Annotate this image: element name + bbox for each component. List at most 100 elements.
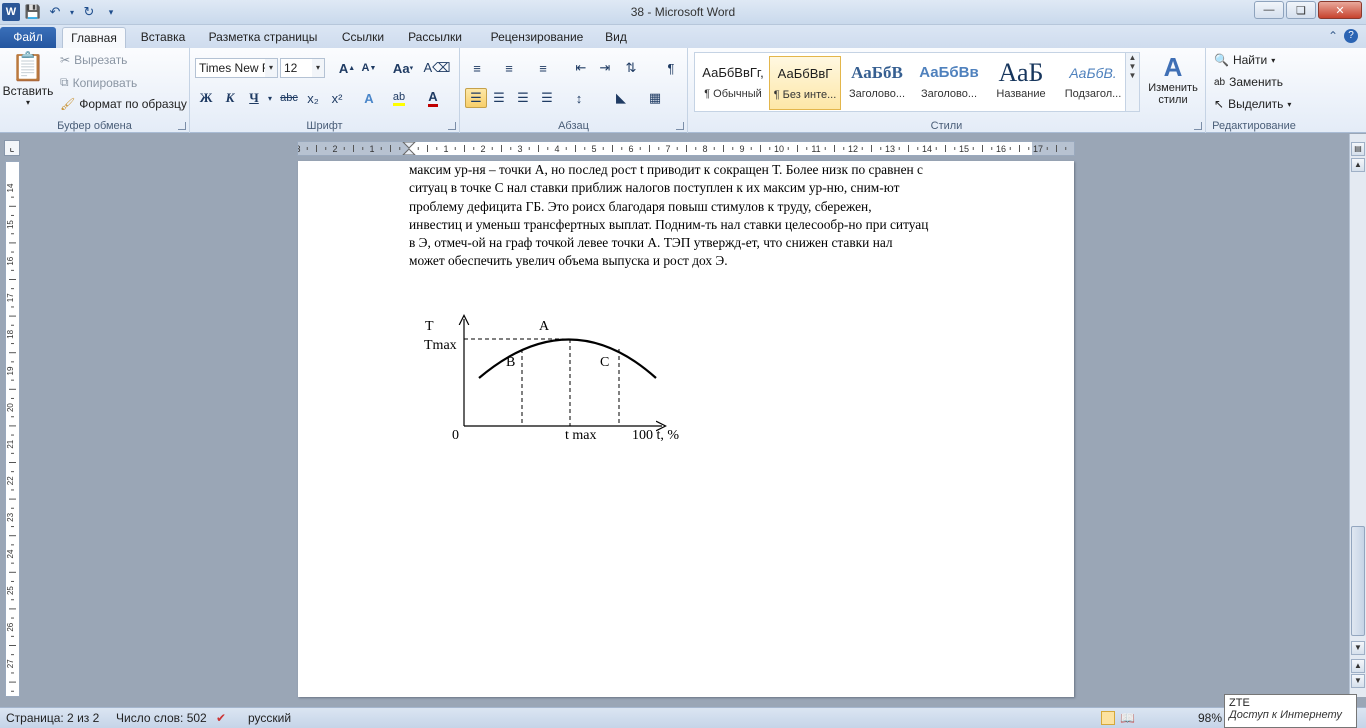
vertical-ruler[interactable]: 14 15 16 17 18 19 20 21 22 23 24 25 26 27 <box>5 161 20 697</box>
print-layout-icon[interactable] <box>1101 711 1115 725</box>
scroll-thumb[interactable] <box>1351 526 1365 636</box>
numbering-icon[interactable]: ≡ <box>498 58 520 78</box>
ruler-label: 14 <box>6 183 15 192</box>
scroll-up-icon[interactable]: ▲ <box>1351 158 1365 172</box>
help-icon[interactable]: ? <box>1344 29 1358 43</box>
tab-view[interactable]: Вид <box>598 27 634 48</box>
style-title[interactable]: АаБ Название <box>985 56 1057 110</box>
style-no-spacing[interactable]: АаБбВвГ ¶ Без инте... <box>769 56 841 110</box>
line-spacing-icon[interactable]: ↕ <box>568 88 590 108</box>
find-button[interactable]: 🔍 Найти ▾ <box>1214 53 1275 67</box>
text-effects-icon[interactable]: A <box>358 88 380 108</box>
bullets-icon[interactable]: ≡ <box>466 58 488 78</box>
copy-button[interactable]: ⧉ Копировать <box>60 75 137 90</box>
superscript-button[interactable]: x² <box>326 88 348 108</box>
increase-indent-icon[interactable]: ⇥ <box>594 58 616 78</box>
show-marks-button[interactable]: ¶ <box>660 58 682 78</box>
replace-icon: ab <box>1214 76 1226 88</box>
text-line: максим ур-ня – точки А, но послед рост t… <box>409 162 923 177</box>
chevron-down-icon: ▾ <box>25 98 30 107</box>
font-color-icon[interactable]: A <box>422 88 444 108</box>
shading-icon[interactable]: ◣ <box>610 88 632 108</box>
styles-launcher-icon[interactable] <box>1194 122 1202 130</box>
style-heading-2[interactable]: АаБбВв Заголово... <box>913 56 985 110</box>
style-normal[interactable]: АаБбВвГг, ¶ Обычный <box>697 56 769 110</box>
word-count[interactable]: Число слов: 502 <box>116 711 207 725</box>
document-page[interactable]: максим ур-ня – точки А, но послед рост t… <box>298 161 1074 697</box>
select-button[interactable]: ↖ Выделить ▾ <box>1214 97 1291 111</box>
grow-font-icon[interactable]: A ▲ <box>336 58 358 78</box>
maximize-button[interactable]: ❏ <box>1286 1 1316 19</box>
style-subtitle[interactable]: АаБбВ. Подзагол... <box>1057 56 1129 110</box>
ruler-label: 13 <box>885 144 895 154</box>
laffer-curve-figure[interactable]: T Tmax A B C 0 t max 100 t, % <box>298 311 1074 611</box>
clipboard-launcher-icon[interactable] <box>178 122 186 130</box>
chevron-down-icon[interactable]: ▾ <box>265 88 275 108</box>
font-size-combo[interactable]: 12 ▾ <box>280 58 325 78</box>
binoculars-icon: 🔍 <box>1214 53 1229 67</box>
tab-review[interactable]: Рецензирование <box>476 27 598 48</box>
horizontal-ruler[interactable]: 3211234567891011121314151617 <box>297 141 1075 156</box>
clear-formatting-icon[interactable]: A⌫ <box>423 58 450 78</box>
align-right-icon[interactable]: ☰ <box>512 88 534 108</box>
paste-button[interactable]: 📋 Вставить ▾ <box>3 52 54 107</box>
font-launcher-icon[interactable] <box>448 122 456 130</box>
document-text[interactable]: максим ур-ня – точки А, но послед рост t… <box>409 161 1029 271</box>
close-button[interactable]: ✕ <box>1318 1 1362 19</box>
previous-page-icon[interactable]: ▲ <box>1351 659 1365 673</box>
change-styles-button[interactable]: A Изменить стили <box>1144 52 1202 106</box>
vertical-scrollbar[interactable]: ▤ ▲ ▼ ▲ ▼ <box>1349 134 1366 697</box>
ruler-label: 2 <box>480 144 485 154</box>
decrease-indent-icon[interactable]: ⇤ <box>570 58 592 78</box>
y-axis-label: T <box>425 319 434 334</box>
indent-marker-icon[interactable] <box>402 142 416 155</box>
proofing-icon[interactable]: ✔ <box>216 711 226 725</box>
underline-button[interactable]: Ч <box>243 88 265 108</box>
minimize-button[interactable]: — <box>1254 1 1284 19</box>
multilevel-list-icon[interactable]: ≡ <box>532 58 554 78</box>
ruler-toggle-icon[interactable]: ▤ <box>1351 142 1365 156</box>
ruler-label: 15 <box>6 220 15 229</box>
paragraph-launcher-icon[interactable] <box>676 122 684 130</box>
align-center-icon[interactable]: ☰ <box>488 88 510 108</box>
styles-gallery-scroll[interactable]: ▲ ▼ ▼ <box>1125 53 1139 111</box>
vertical-ruler-ticks: 14 15 16 17 18 19 20 21 22 23 24 25 26 27 <box>6 183 16 692</box>
full-screen-reading-icon[interactable]: 📖 <box>1120 711 1135 725</box>
tab-insert[interactable]: Вставка <box>132 27 194 48</box>
tab-file[interactable]: Файл <box>0 27 56 48</box>
next-page-icon[interactable]: ▼ <box>1351 674 1365 688</box>
ruler-label: 8 <box>702 144 707 154</box>
justify-icon[interactable]: ☰ <box>536 88 558 108</box>
ruler-ticks: 3211234567891011121314151617 <box>298 142 1067 155</box>
font-name-combo[interactable]: Times New Rc ▾ <box>195 58 278 78</box>
zoom-level[interactable]: 98% <box>1198 711 1222 725</box>
ruler-label: 23 <box>6 512 15 521</box>
format-painter-button[interactable]: 🖌 Формат по образцу <box>60 97 187 111</box>
italic-button[interactable]: К <box>219 88 241 108</box>
borders-icon[interactable]: ▦ <box>644 88 666 108</box>
cut-button[interactable]: ✂ Вырезать <box>60 53 127 67</box>
subscript-button[interactable]: x₂ <box>302 88 324 108</box>
tab-selector-icon[interactable]: ⌞ <box>4 140 20 156</box>
replace-button[interactable]: ab Заменить <box>1214 75 1283 89</box>
strikethrough-button[interactable]: abc <box>278 88 300 108</box>
shrink-font-icon[interactable]: A ▼ <box>358 58 380 78</box>
tab-mailings[interactable]: Рассылки <box>400 27 470 48</box>
minimize-ribbon-icon[interactable]: ⌃ <box>1328 29 1338 43</box>
ruler-label: 11 <box>811 144 820 154</box>
language-indicator[interactable]: русский <box>248 711 291 725</box>
bold-button[interactable]: Ж <box>195 88 217 108</box>
origin-label: 0 <box>452 428 459 443</box>
tab-page-layout[interactable]: Разметка страницы <box>200 27 326 48</box>
change-case-button[interactable]: Аа ▾ <box>388 58 418 78</box>
ruler-label: 10 <box>774 144 784 154</box>
align-left-icon[interactable]: ☰ <box>465 88 487 108</box>
tab-references[interactable]: Ссылки <box>332 27 394 48</box>
scroll-down-icon[interactable]: ▼ <box>1351 641 1365 655</box>
style-heading-1[interactable]: АаБбВ Заголово... <box>841 56 913 110</box>
ruler-label: 2 <box>332 144 337 154</box>
tab-home[interactable]: Главная <box>62 27 126 48</box>
sort-icon[interactable]: ⇅ <box>620 58 642 78</box>
page-count[interactable]: Страница: 2 из 2 <box>6 711 99 725</box>
highlight-icon[interactable]: ab <box>388 88 410 108</box>
